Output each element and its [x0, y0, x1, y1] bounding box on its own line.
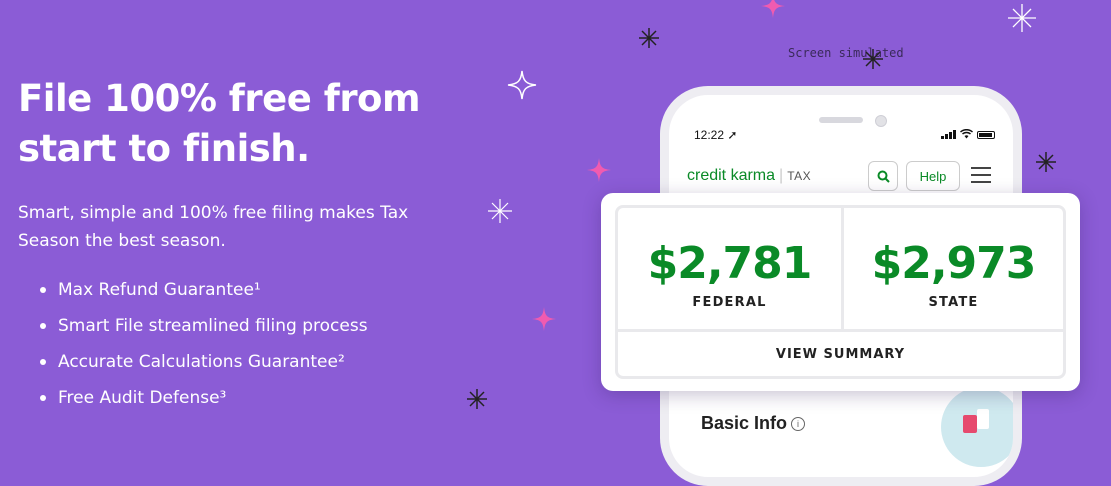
- sparkle-icon: [507, 70, 537, 100]
- help-button[interactable]: Help: [906, 161, 960, 191]
- status-icons: [941, 129, 995, 139]
- hero-title-line2: start to finish.: [18, 127, 310, 170]
- sparkle-icon: [1008, 4, 1036, 32]
- sparkle-icon: [488, 199, 512, 223]
- signal-icon: [941, 130, 956, 139]
- brand-product: TAX: [787, 169, 812, 183]
- state-amount: $2,973: [871, 238, 1037, 289]
- sparkle-icon: [467, 389, 487, 409]
- sparkle-icon: [1036, 152, 1056, 172]
- federal-refund-cell: $2,781 FEDERAL: [618, 208, 841, 329]
- feature-item: Accurate Calculations Guarantee²: [18, 344, 368, 380]
- feature-item: Smart File streamlined filing process: [18, 308, 368, 344]
- screen-simulated-note: Screen simulated: [788, 46, 904, 60]
- hero-title-line1: File 100% free from: [18, 77, 421, 120]
- info-icon[interactable]: i: [791, 417, 806, 432]
- sparkle-icon: [761, 0, 785, 18]
- sparkle-icon: [863, 49, 883, 69]
- refund-summary-card: $2,781 FEDERAL $2,973 STATE VIEW SUMMARY: [601, 193, 1080, 391]
- feature-item: Max Refund Guarantee¹: [18, 272, 368, 308]
- search-icon: [877, 170, 890, 183]
- phone-camera: [875, 115, 887, 127]
- brand-logo[interactable]: credit karma | TAX: [687, 167, 811, 185]
- search-button[interactable]: [868, 161, 898, 191]
- hamburger-menu-icon[interactable]: [971, 167, 991, 183]
- feature-item: Free Audit Defense³: [18, 380, 368, 416]
- sparkle-icon: [532, 307, 556, 331]
- basic-info-label: Basic Info: [701, 413, 788, 433]
- phone-speaker: [819, 117, 863, 123]
- basic-info-heading: Basic Info i: [701, 413, 806, 434]
- federal-label: FEDERAL: [692, 295, 767, 310]
- battery-icon: [977, 131, 995, 139]
- sparkle-icon: [639, 28, 659, 48]
- feature-list: Max Refund Guarantee¹ Smart File streaml…: [18, 272, 368, 416]
- status-time: 12:22 ➚: [694, 128, 737, 142]
- documents-illustration-icon: [941, 387, 1013, 467]
- hero-subtitle: Smart, simple and 100% free filing makes…: [18, 203, 409, 251]
- hero-title: File 100% free from start to finish.: [18, 74, 438, 174]
- status-time-text: 12:22: [694, 128, 725, 142]
- location-arrow-icon: ➚: [727, 128, 738, 142]
- brand-name: credit karma: [687, 167, 776, 184]
- wifi-icon: [960, 129, 973, 139]
- view-summary-button[interactable]: VIEW SUMMARY: [618, 332, 1063, 376]
- state-label: STATE: [928, 295, 979, 310]
- federal-amount: $2,781: [647, 238, 813, 289]
- sparkle-icon: [587, 158, 611, 182]
- refund-summary-inner: $2,781 FEDERAL $2,973 STATE VIEW SUMMARY: [615, 205, 1066, 379]
- state-refund-cell: $2,973 STATE: [844, 208, 1063, 329]
